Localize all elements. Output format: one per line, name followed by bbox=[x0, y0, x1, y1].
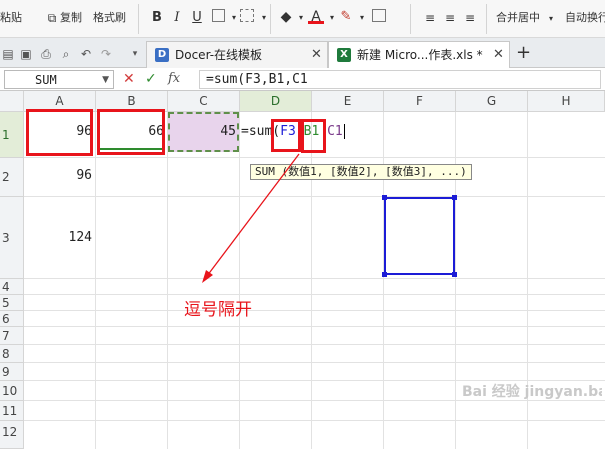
name-box[interactable]: SUM ▼ bbox=[4, 70, 114, 89]
bold-button[interactable]: B bbox=[149, 10, 165, 26]
tab-label: Docer-在线模板 bbox=[175, 48, 263, 62]
align-left-icon[interactable]: ≡ bbox=[422, 10, 438, 26]
worksheet-grid[interactable]: A B C D E F G H 1 2 3 4 5 6 7 8 9 10 11 … bbox=[0, 91, 605, 449]
print-icon[interactable]: ⎙ bbox=[38, 46, 54, 62]
auto-wrap-button[interactable]: 自动换行 bbox=[565, 11, 605, 25]
cell-style-icon[interactable] bbox=[372, 9, 386, 22]
italic-button[interactable]: I bbox=[169, 10, 185, 26]
fill-color-dropdown-icon[interactable]: ▾ bbox=[293, 10, 309, 26]
redo-icon[interactable]: ↷ bbox=[98, 46, 114, 62]
copy-button[interactable]: 复制 bbox=[60, 11, 82, 25]
confirm-icon[interactable]: ✓ bbox=[145, 71, 157, 87]
merge-center-button[interactable]: 合并居中 bbox=[496, 11, 540, 25]
formula-input[interactable]: =sum(F3,B1,C1 bbox=[199, 70, 601, 89]
name-box-dropdown-icon[interactable]: ▼ bbox=[102, 73, 109, 87]
formula-bar: SUM ▼ ✕ ✓ fx =sum(F3,B1,C1 bbox=[0, 68, 605, 91]
menu-icon[interactable]: ▤ bbox=[0, 46, 16, 62]
font-color-button[interactable]: A bbox=[308, 9, 324, 25]
tab-docer-templates[interactable]: D Docer-在线模板 ✕ bbox=[146, 41, 328, 68]
align-center-icon[interactable]: ≡ bbox=[442, 10, 458, 26]
baidu-watermark: Bai 经验 jingyan.baidu.com bbox=[462, 384, 602, 400]
insert-function-button[interactable]: fx bbox=[168, 71, 180, 87]
undo-icon[interactable]: ↶ bbox=[78, 46, 94, 62]
name-box-value: SUM bbox=[35, 73, 57, 87]
excel-logo-icon: X bbox=[337, 48, 351, 62]
close-tab-icon[interactable]: ✕ bbox=[311, 47, 322, 62]
ribbon-divider bbox=[486, 4, 487, 34]
copy-icon: ⧉ bbox=[47, 11, 57, 25]
fill-color-icon[interactable]: ◆ bbox=[278, 9, 294, 25]
docer-logo-icon: D bbox=[155, 48, 169, 62]
align-right-icon[interactable]: ≡ bbox=[462, 10, 478, 26]
tab-label: 新建 Micro...作表.xls * bbox=[357, 48, 483, 62]
formula-text: =sum(F3,B1,C1 bbox=[206, 72, 308, 87]
print-preview-icon[interactable]: ⌕ bbox=[58, 46, 74, 62]
quick-access-dropdown-icon[interactable]: ▾ bbox=[127, 46, 143, 62]
document-tab-bar: ▤ ▣ ⎙ ⌕ ↶ ↷ ▾ D Docer-在线模板 ✕ X 新建 Micro.… bbox=[0, 38, 605, 68]
paste-button[interactable]: 粘贴 bbox=[0, 11, 22, 25]
clear-dropdown-icon[interactable]: ▾ bbox=[354, 10, 370, 26]
ribbon-divider bbox=[270, 4, 271, 34]
merge-center-dropdown-icon[interactable]: ▾ bbox=[549, 12, 553, 26]
ribbon-divider bbox=[410, 4, 411, 34]
ribbon-toolbar: 粘贴 ⧉ 复制 格式刷 B I U ▾ ▾ ◆ ▾ A ▾ ✎ ▾ ≡ ≡ ≡ … bbox=[0, 0, 605, 38]
clear-format-icon[interactable]: ✎ bbox=[338, 9, 354, 25]
ribbon-divider bbox=[138, 4, 139, 34]
borders-icon[interactable] bbox=[212, 9, 225, 22]
save-icon[interactable]: ▣ bbox=[18, 46, 34, 62]
tab-spreadsheet[interactable]: X 新建 Micro...作表.xls * ✕ bbox=[328, 41, 510, 68]
add-tab-button[interactable]: + bbox=[516, 43, 531, 63]
format-painter-button[interactable]: 格式刷 bbox=[93, 11, 126, 25]
close-tab-icon[interactable]: ✕ bbox=[493, 47, 504, 62]
cancel-icon[interactable]: ✕ bbox=[123, 71, 135, 87]
underline-button[interactable]: U bbox=[189, 10, 205, 26]
annotation-comma-separated: 逗号隔开 bbox=[184, 300, 252, 320]
merge-cells-icon[interactable] bbox=[240, 9, 254, 22]
